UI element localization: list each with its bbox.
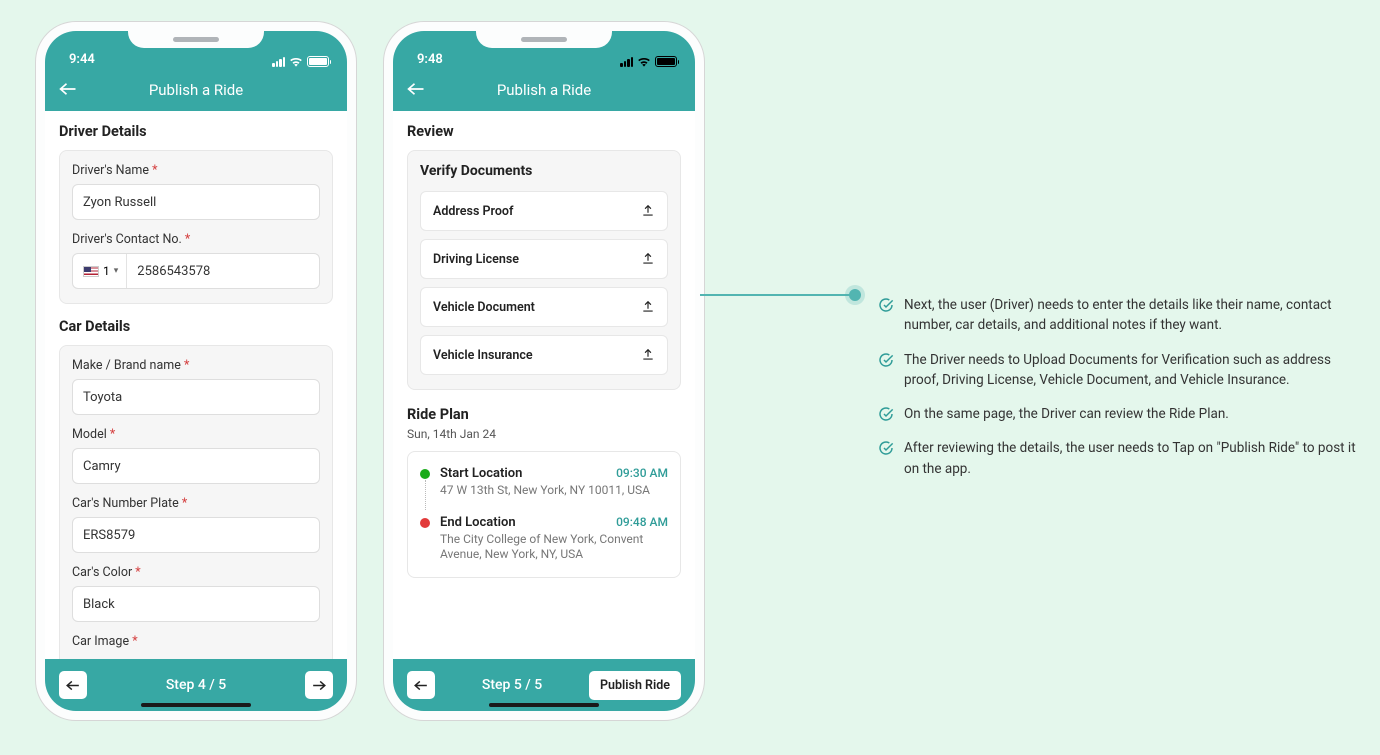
note-item: On the same page, the Driver can review …: [878, 404, 1358, 424]
wifi-icon: [289, 57, 303, 67]
signal-icon: [620, 57, 633, 67]
doc-row-address-proof[interactable]: Address Proof: [420, 191, 668, 231]
page-title: Publish a Ride: [393, 81, 695, 99]
publish-ride-button[interactable]: Publish Ride: [589, 671, 681, 700]
check-circle-icon: [878, 352, 894, 368]
battery-icon: [655, 56, 677, 67]
plate-label: Car's Number Plate *: [72, 496, 320, 511]
start-time: 09:30 AM: [616, 466, 668, 481]
prev-button[interactable]: [59, 671, 87, 699]
doc-row-driving-license[interactable]: Driving License: [420, 239, 668, 279]
make-label: Make / Brand name *: [72, 358, 320, 373]
note-item: After reviewing the details, the user ne…: [878, 438, 1358, 479]
content-area: Review Verify Documents Address Proof Dr…: [393, 111, 695, 659]
start-dot-icon: [420, 469, 430, 479]
country-code-selector[interactable]: 1 ▾: [73, 254, 127, 288]
color-label: Car's Color *: [72, 565, 320, 580]
ride-plan-heading: Ride Plan: [407, 406, 681, 423]
signal-icon: [272, 57, 285, 67]
step-indicator: Step 5 / 5: [482, 677, 542, 693]
status-icons: [620, 56, 677, 67]
end-dot-icon: [420, 518, 430, 528]
back-arrow-icon[interactable]: [407, 80, 425, 101]
ride-end-row: End Location 09:48 AM The City College o…: [420, 515, 668, 563]
verify-documents-card: Verify Documents Address Proof Driving L…: [407, 150, 681, 390]
phone-step5: 9:48 Publish a Ride Review Verify Docume…: [384, 22, 704, 720]
home-indicator[interactable]: [141, 703, 251, 707]
step-indicator: Step 4 / 5: [166, 677, 226, 693]
connector-dot-icon: [849, 289, 861, 301]
end-time: 09:48 AM: [616, 515, 668, 530]
phone-step4: 9:44 Publish a Ride Driver Details Drive…: [36, 22, 356, 720]
note-item: Next, the user (Driver) needs to enter t…: [878, 295, 1358, 336]
phone-number-field[interactable]: 2586543578: [127, 254, 319, 288]
driver-name-label: Driver's Name *: [72, 163, 320, 178]
next-button[interactable]: [305, 671, 333, 699]
annotation-notes: Next, the user (Driver) needs to enter t…: [878, 295, 1358, 493]
upload-icon: [641, 252, 655, 266]
driver-details-heading: Driver Details: [59, 123, 333, 140]
status-time: 9:44: [69, 52, 95, 67]
ride-start-row: Start Location 09:30 AM 47 W 13th St, Ne…: [420, 466, 668, 499]
app-bar: Publish a Ride: [45, 69, 347, 111]
prev-button[interactable]: [407, 671, 435, 699]
verify-docs-heading: Verify Documents: [420, 163, 668, 179]
driver-details-card: Driver's Name * Zyon Russell Driver's Co…: [59, 150, 333, 304]
upload-icon: [641, 204, 655, 218]
check-circle-icon: [878, 440, 894, 456]
us-flag-icon: [83, 266, 99, 277]
car-details-heading: Car Details: [59, 318, 333, 335]
driver-contact-input[interactable]: 1 ▾ 2586543578: [72, 253, 320, 289]
driver-contact-label: Driver's Contact No. *: [72, 232, 320, 247]
status-time: 9:48: [417, 52, 443, 67]
home-indicator[interactable]: [489, 703, 599, 707]
ride-plan-date: Sun, 14th Jan 24: [407, 427, 681, 441]
plate-input[interactable]: ERS8579: [72, 517, 320, 553]
upload-icon: [641, 300, 655, 314]
phone-notch: [128, 22, 264, 48]
phone-notch: [476, 22, 612, 48]
check-circle-icon: [878, 297, 894, 313]
car-details-card: Make / Brand name * Toyota Model * Camry…: [59, 345, 333, 659]
doc-row-vehicle-document[interactable]: Vehicle Document: [420, 287, 668, 327]
content-area: Driver Details Driver's Name * Zyon Russ…: [45, 111, 347, 659]
check-circle-icon: [878, 406, 894, 422]
upload-icon: [641, 348, 655, 362]
end-address: The City College of New York, Convent Av…: [440, 532, 668, 563]
wifi-icon: [637, 57, 651, 67]
ride-plan-card: Start Location 09:30 AM 47 W 13th St, Ne…: [407, 451, 681, 578]
end-label: End Location: [440, 515, 516, 530]
status-icons: [272, 56, 329, 67]
driver-name-input[interactable]: Zyon Russell: [72, 184, 320, 220]
battery-icon: [307, 56, 329, 67]
review-heading: Review: [407, 123, 681, 140]
chevron-down-icon: ▾: [114, 266, 119, 276]
connector-line: [700, 294, 850, 296]
car-image-label: Car Image *: [72, 634, 320, 649]
back-arrow-icon[interactable]: [59, 80, 77, 101]
model-input[interactable]: Camry: [72, 448, 320, 484]
page-title: Publish a Ride: [45, 81, 347, 99]
make-input[interactable]: Toyota: [72, 379, 320, 415]
start-label: Start Location: [440, 466, 522, 481]
color-input[interactable]: Black: [72, 586, 320, 622]
doc-row-vehicle-insurance[interactable]: Vehicle Insurance: [420, 335, 668, 375]
route-line: [425, 480, 426, 510]
note-item: The Driver needs to Upload Documents for…: [878, 350, 1358, 391]
app-bar: Publish a Ride: [393, 69, 695, 111]
start-address: 47 W 13th St, New York, NY 10011, USA: [440, 483, 668, 499]
model-label: Model *: [72, 427, 320, 442]
